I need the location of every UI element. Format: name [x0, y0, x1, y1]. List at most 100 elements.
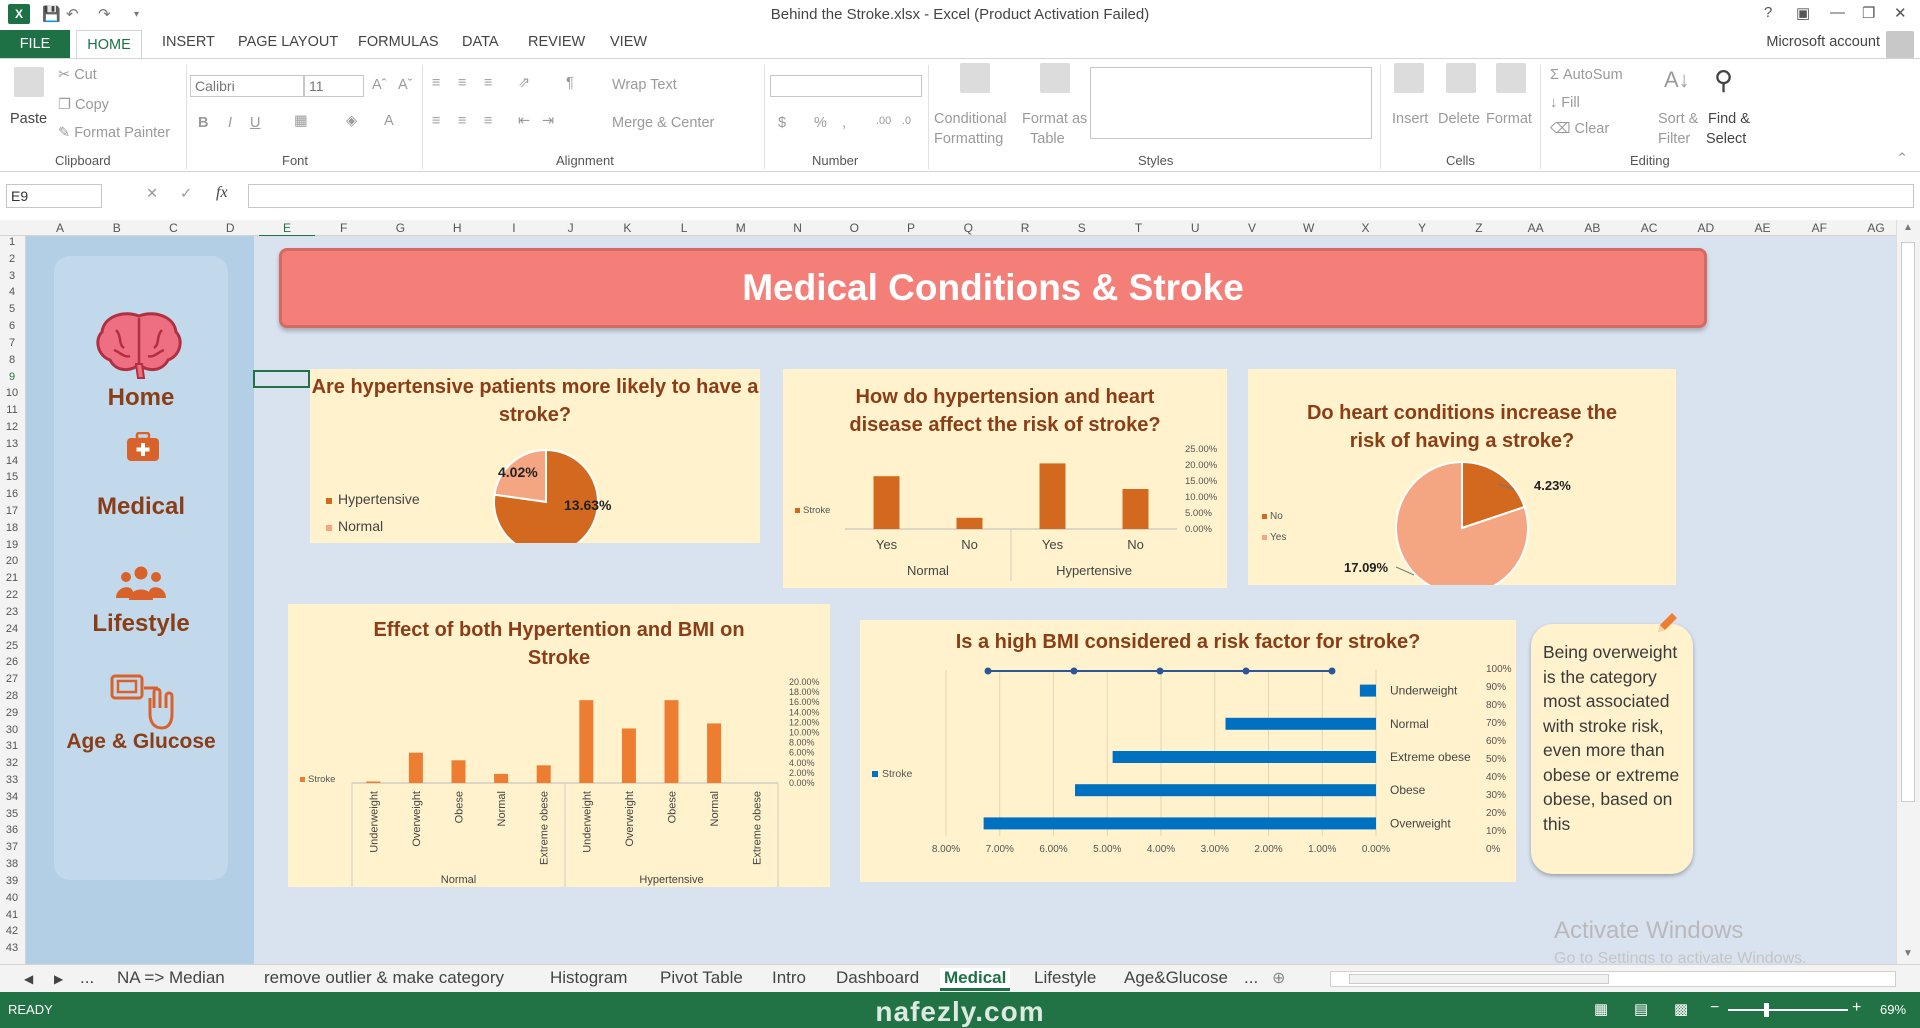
- help-icon[interactable]: ?: [1764, 4, 1772, 21]
- merge-center-button[interactable]: Merge & Center: [612, 115, 714, 131]
- shrink-font-icon[interactable]: Aˇ: [398, 77, 413, 93]
- row-header[interactable]: 7: [0, 337, 24, 349]
- copy-button[interactable]: ❐ Copy: [58, 97, 109, 113]
- format-as-table-button[interactable]: Format as: [1022, 111, 1087, 127]
- row-header[interactable]: 9: [0, 371, 24, 383]
- increase-decimal-icon[interactable]: .00: [876, 115, 891, 127]
- row-header[interactable]: 11: [0, 404, 24, 416]
- avatar[interactable]: [1886, 31, 1914, 59]
- vertical-scroll-thumb[interactable]: [1901, 242, 1915, 802]
- sort-filter-button[interactable]: Sort &: [1658, 111, 1698, 127]
- tab-dashboard[interactable]: Dashboard: [836, 968, 919, 988]
- row-header[interactable]: 23: [0, 606, 24, 618]
- font-size-combo[interactable]: 11: [304, 75, 364, 97]
- row-header[interactable]: 13: [0, 438, 24, 450]
- row-header[interactable]: 35: [0, 808, 24, 820]
- row-header[interactable]: 36: [0, 824, 24, 836]
- column-header[interactable]: AF: [1791, 221, 1847, 235]
- close-icon[interactable]: ✕: [1894, 4, 1907, 22]
- column-header[interactable]: AE: [1734, 221, 1791, 235]
- tab-remove-outlier[interactable]: remove outlier & make category: [264, 968, 504, 988]
- fill-button[interactable]: ↓ Fill: [1550, 95, 1580, 111]
- column-header[interactable]: AC: [1620, 221, 1677, 235]
- tab-view[interactable]: VIEW: [610, 34, 647, 50]
- column-header[interactable]: W: [1280, 221, 1337, 235]
- new-sheet-icon[interactable]: ⊕: [1272, 968, 1285, 988]
- row-header[interactable]: 33: [0, 774, 24, 786]
- fill-color-icon[interactable]: ◈: [346, 113, 357, 129]
- row-header[interactable]: 37: [0, 841, 24, 853]
- tab-intro[interactable]: Intro: [772, 968, 806, 988]
- underline-button[interactable]: U: [250, 115, 260, 131]
- row-header[interactable]: 8: [0, 354, 24, 366]
- row-header[interactable]: 29: [0, 707, 24, 719]
- column-header[interactable]: Y: [1394, 221, 1451, 235]
- column-header[interactable]: H: [429, 221, 486, 235]
- enter-icon[interactable]: ✓: [180, 186, 192, 202]
- tab-histogram[interactable]: Histogram: [550, 968, 627, 988]
- nav-lifestyle[interactable]: Lifestyle: [54, 610, 228, 638]
- chart-bmi-risk-hbar[interactable]: Is a high BMI considered a risk factor f…: [860, 620, 1516, 882]
- chart-hypertension-pie[interactable]: Are hypertensive patients more likely to…: [310, 369, 760, 543]
- row-header[interactable]: 26: [0, 656, 24, 668]
- column-header[interactable]: J: [542, 221, 599, 235]
- row-header[interactable]: 24: [0, 623, 24, 635]
- chart-hypertension-heart-bar[interactable]: How do hypertension and heart disease af…: [783, 369, 1227, 588]
- row-header[interactable]: 6: [0, 320, 24, 332]
- row-header[interactable]: 1: [0, 236, 24, 248]
- align-left-icon[interactable]: ≡: [432, 113, 440, 129]
- nav-age-glucose[interactable]: Age & Glucose: [54, 730, 228, 754]
- tab-insert[interactable]: INSERT: [162, 34, 215, 50]
- column-header[interactable]: N: [769, 221, 826, 235]
- row-header[interactable]: 22: [0, 589, 24, 601]
- column-header[interactable]: B: [88, 221, 145, 235]
- column-header[interactable]: O: [826, 221, 882, 235]
- bold-button[interactable]: B: [198, 115, 208, 131]
- horizontal-scrollbar[interactable]: [1330, 971, 1896, 987]
- formula-input[interactable]: [248, 184, 1914, 208]
- row-header[interactable]: 16: [0, 488, 24, 500]
- text-direction-icon[interactable]: ¶: [566, 75, 574, 91]
- tab-pivot-table[interactable]: Pivot Table: [660, 968, 743, 988]
- decrease-indent-icon[interactable]: ⇤: [518, 113, 530, 129]
- column-header[interactable]: G: [372, 221, 428, 235]
- cancel-icon[interactable]: ✕: [146, 186, 158, 202]
- orientation-icon[interactable]: ⇗: [518, 75, 530, 91]
- column-header[interactable]: AB: [1564, 221, 1620, 235]
- column-header[interactable]: S: [1053, 221, 1110, 235]
- row-header[interactable]: 20: [0, 555, 24, 567]
- people-icon[interactable]: [116, 566, 166, 600]
- column-header[interactable]: L: [655, 221, 712, 235]
- tab-na-median[interactable]: NA => Median: [117, 968, 225, 988]
- column-header[interactable]: Z: [1451, 221, 1507, 235]
- row-header[interactable]: 4: [0, 286, 24, 298]
- currency-button[interactable]: $: [778, 115, 786, 131]
- row-header[interactable]: 38: [0, 858, 24, 870]
- glucose-meter-icon[interactable]: [110, 674, 174, 732]
- conditional-formatting-button[interactable]: Conditional: [934, 111, 1007, 127]
- decrease-decimal-icon[interactable]: .0: [902, 115, 911, 127]
- insert-cells-button[interactable]: Insert: [1392, 111, 1428, 127]
- row-header[interactable]: 28: [0, 690, 24, 702]
- prev-sheet-icon[interactable]: ◀: [24, 972, 33, 986]
- insert-function-button[interactable]: fx: [216, 184, 228, 202]
- row-header[interactable]: 12: [0, 421, 24, 433]
- comma-button[interactable]: ,: [842, 115, 846, 131]
- align-right-icon[interactable]: ≡: [484, 113, 492, 129]
- tab-lifestyle[interactable]: Lifestyle: [1034, 968, 1096, 988]
- tab-file[interactable]: FILE: [0, 30, 70, 58]
- column-header[interactable]: E: [258, 221, 316, 237]
- column-header[interactable]: F: [315, 221, 372, 235]
- align-bottom-icon[interactable]: ≡: [484, 75, 492, 91]
- chart-hypertension-bmi-bar[interactable]: Effect of both Hypertention and BMI on S…: [288, 604, 830, 887]
- column-header[interactable]: AA: [1507, 221, 1564, 235]
- italic-button[interactable]: I: [228, 115, 232, 131]
- brain-icon[interactable]: [94, 310, 184, 380]
- account-link[interactable]: Microsoft account: [1766, 34, 1880, 50]
- row-header[interactable]: 27: [0, 673, 24, 685]
- borders-icon[interactable]: ▦: [294, 113, 308, 129]
- row-header[interactable]: 15: [0, 471, 24, 483]
- percent-button[interactable]: %: [814, 115, 827, 131]
- autosum-button[interactable]: Σ AutoSum: [1550, 67, 1623, 83]
- row-header[interactable]: 25: [0, 640, 24, 652]
